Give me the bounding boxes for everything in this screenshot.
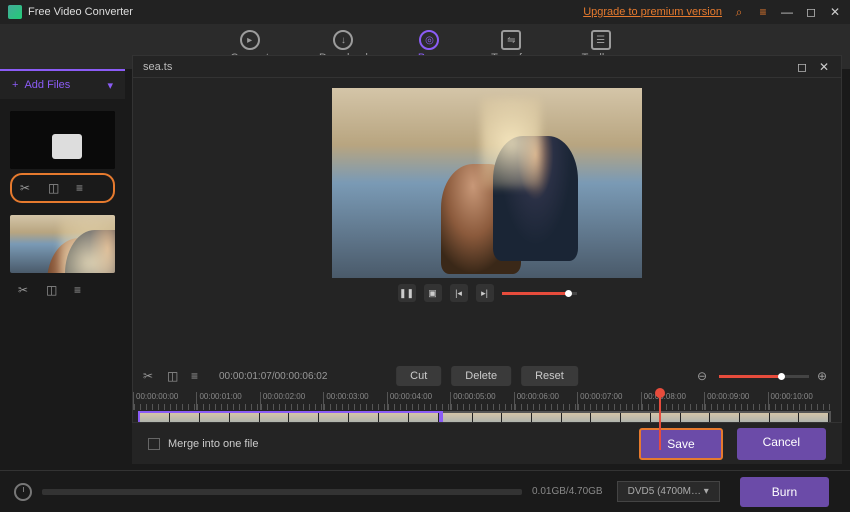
timecode-display: 00:00:01:07/00:00:06:02 — [219, 371, 327, 382]
stop-button[interactable]: ▣ — [424, 284, 442, 302]
clip-tools-1: ✂ ◫ ≡ — [10, 173, 115, 203]
crop-icon[interactable]: ◫ — [167, 369, 181, 383]
sidebar: + Add Files ▾ ✂ ◫ ≡ ✂ ◫ ≡ — [0, 69, 125, 512]
modal-filename: sea.ts — [143, 61, 172, 73]
timeline-toolbar: ✂ ◫ ≡ 00:00:01:07/00:00:06:02 Cut Delete… — [133, 364, 841, 388]
effects-icon[interactable]: ≡ — [74, 283, 88, 297]
playhead[interactable] — [659, 390, 661, 450]
clip-card-2[interactable]: ✂ ◫ ≡ — [10, 215, 115, 303]
search-icon[interactable]: ⌕ — [732, 5, 746, 19]
clip-tools-2: ✂ ◫ ≡ — [10, 277, 115, 303]
cancel-button[interactable]: Cancel — [737, 428, 826, 460]
next-frame-button[interactable]: ▸| — [476, 284, 494, 302]
zoom-in-icon[interactable]: ⊕ — [817, 369, 831, 383]
cut-icon[interactable]: ✂ — [20, 181, 34, 195]
playback-progress[interactable] — [502, 292, 577, 295]
zoom-out-icon[interactable]: ⊖ — [697, 369, 711, 383]
dvd-type-select[interactable]: DVD5 (4700M… ▾ — [617, 481, 720, 502]
minimize-icon[interactable]: — — [780, 5, 794, 19]
modal-close-icon[interactable]: ✕ — [817, 60, 831, 74]
merge-label: Merge into one file — [168, 438, 259, 450]
cut-icon[interactable]: ✂ — [18, 283, 32, 297]
delete-button[interactable]: Delete — [451, 366, 511, 386]
modal-footer: Merge into one file Save Cancel — [132, 422, 842, 464]
menu-icon[interactable]: ≡ — [756, 5, 770, 19]
effects-icon[interactable]: ≡ — [191, 369, 205, 383]
titlebar: Free Video Converter Upgrade to premium … — [0, 0, 850, 24]
upgrade-link[interactable]: Upgrade to premium version — [583, 6, 722, 18]
reset-button[interactable]: Reset — [521, 366, 578, 386]
trim-editor-modal: sea.ts ◻ ✕ ❚❚ ▣ |◂ ▸| ✂ ◫ ≡ 00:00:01:07/… — [132, 55, 842, 462]
cut-icon[interactable]: ✂ — [143, 369, 157, 383]
crop-icon[interactable]: ◫ — [46, 283, 60, 297]
close-icon[interactable]: ✕ — [828, 5, 842, 19]
zoom-slider[interactable] — [719, 375, 809, 378]
save-button[interactable]: Save — [639, 428, 722, 460]
modal-maximize-icon[interactable]: ◻ — [795, 60, 809, 74]
maximize-icon[interactable]: ◻ — [804, 5, 818, 19]
effects-icon[interactable]: ≡ — [76, 181, 90, 195]
disk-usage-bar — [42, 489, 522, 495]
timeline-ruler[interactable]: 00:00:00:00 00:00:01:00 00:00:02:00 00:0… — [133, 392, 831, 410]
clock-icon[interactable] — [14, 483, 32, 501]
merge-checkbox[interactable] — [148, 438, 160, 450]
playback-controls: ❚❚ ▣ |◂ ▸| — [133, 284, 841, 302]
video-preview — [332, 88, 642, 278]
add-files-button[interactable]: + Add Files ▾ — [0, 69, 125, 99]
dropdown-icon[interactable]: ▾ — [107, 79, 113, 92]
cut-button[interactable]: Cut — [396, 366, 441, 386]
app-title: Free Video Converter — [28, 6, 133, 18]
clip-card-1[interactable]: ✂ ◫ ≡ — [10, 111, 115, 203]
app-icon — [8, 5, 22, 19]
plus-icon: + — [12, 79, 18, 91]
prev-frame-button[interactable]: |◂ — [450, 284, 468, 302]
pause-button[interactable]: ❚❚ — [398, 284, 416, 302]
disk-usage-text: 0.01GB/4.70GB — [532, 486, 603, 497]
app-footer: 0.01GB/4.70GB DVD5 (4700M… ▾ Burn — [0, 470, 850, 512]
crop-icon[interactable]: ◫ — [48, 181, 62, 195]
burn-button[interactable]: Burn — [740, 477, 829, 507]
